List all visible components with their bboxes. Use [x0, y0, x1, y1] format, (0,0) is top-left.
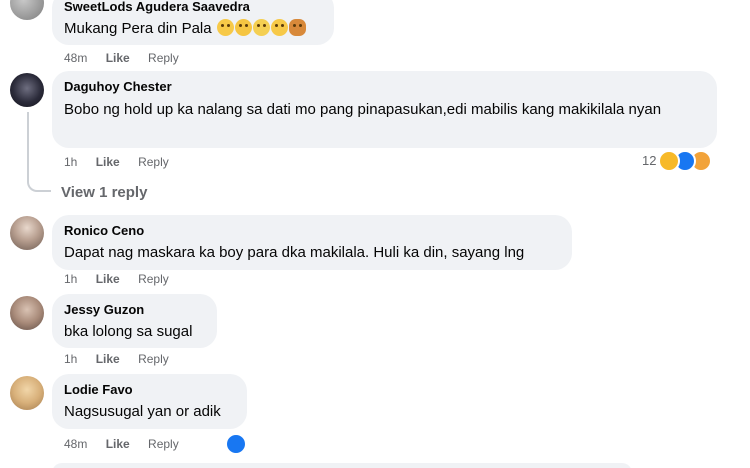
comment-time[interactable]: 1h: [64, 272, 77, 286]
grin-sweat-icon: [234, 19, 252, 36]
reply-button[interactable]: Reply: [138, 272, 169, 286]
person-emoji-icon: [288, 19, 306, 36]
reactions-summary[interactable]: 12: [642, 153, 656, 168]
like-button[interactable]: Like: [106, 437, 130, 451]
reply-button[interactable]: Reply: [138, 155, 169, 169]
reactions-count: 12: [642, 153, 657, 168]
reply-button[interactable]: Reply: [148, 51, 179, 65]
comment-bubble: SweetLods Agudera Saavedra Mukang Pera d…: [52, 0, 334, 45]
comment-bubble: Daguhoy Chester Bobo ng hold up ka nalan…: [52, 71, 717, 148]
comment-actions: 1h Like Reply: [64, 155, 184, 169]
comment-actions: 1h Like Reply: [64, 272, 184, 286]
comments-panel: SweetLods Agudera Saavedra Mukang Pera d…: [0, 0, 750, 468]
comment-author[interactable]: Daguhoy Chester: [64, 78, 705, 95]
comment-text: Nagsusugal yan or adik: [64, 403, 221, 420]
comment-author[interactable]: Jessy Guzon: [64, 301, 205, 318]
avatar[interactable]: [10, 73, 44, 107]
comment-text: Mukang Pera din Pala: [64, 18, 322, 39]
comment-author[interactable]: Lodie Favo: [64, 381, 235, 398]
view-replies-link[interactable]: View 1 reply: [61, 184, 147, 201]
comment-time[interactable]: 1h: [64, 352, 77, 366]
next-comment-bubble: [52, 463, 632, 468]
laugh-tears-icon: [216, 19, 234, 36]
comment-time[interactable]: 1h: [64, 155, 77, 169]
comment-bubble: Lodie Favo Nagsusugal yan or adik: [52, 374, 247, 429]
comment-author[interactable]: SweetLods Agudera Saavedra: [64, 0, 322, 15]
reply-button[interactable]: Reply: [148, 437, 179, 451]
comment-text: bka lolong sa sugal: [64, 323, 193, 340]
comment-actions: 48m Like Reply: [64, 437, 194, 451]
like-icon[interactable]: [225, 433, 247, 455]
smile-icon: [270, 19, 288, 36]
relieved-icon: [252, 19, 270, 36]
haha-icon: [658, 150, 680, 172]
comment-actions: 48m Like Reply: [64, 51, 194, 65]
avatar[interactable]: [10, 216, 44, 250]
avatar[interactable]: [10, 0, 44, 20]
comment-bubble: Jessy Guzon bka lolong sa sugal: [52, 294, 217, 348]
avatar[interactable]: [10, 376, 44, 410]
reply-button[interactable]: Reply: [138, 352, 169, 366]
comment-actions: 1h Like Reply: [64, 352, 184, 366]
comment-bubble: Ronico Ceno Dapat nag maskara ka boy par…: [52, 215, 572, 270]
like-button[interactable]: Like: [96, 155, 120, 169]
comment-time[interactable]: 48m: [64, 51, 87, 65]
comment-text-body: Mukang Pera din Pala: [64, 20, 212, 37]
avatar[interactable]: [10, 296, 44, 330]
comment-time[interactable]: 48m: [64, 437, 87, 451]
reply-thread-line: [27, 112, 51, 192]
like-button[interactable]: Like: [96, 272, 120, 286]
comment-text: Dapat nag maskara ka boy para dka makila…: [64, 244, 525, 261]
comment-author[interactable]: Ronico Ceno: [64, 222, 560, 239]
like-button[interactable]: Like: [96, 352, 120, 366]
comment-text: Bobo ng hold up ka nalang sa dati mo pan…: [64, 101, 662, 118]
like-button[interactable]: Like: [106, 51, 130, 65]
